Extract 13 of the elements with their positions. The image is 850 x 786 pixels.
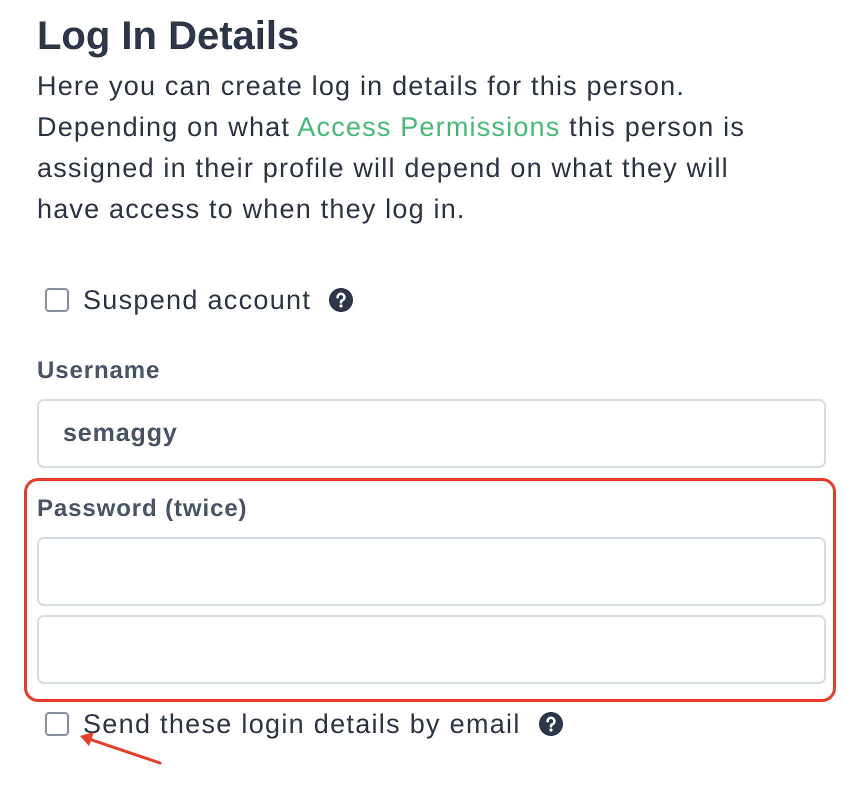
field-label: Password (twice) xyxy=(37,494,248,524)
help-icon[interactable] xyxy=(329,288,354,312)
checkbox-label: Suspend account xyxy=(83,284,312,317)
username-field[interactable]: semaggy xyxy=(37,398,826,468)
page-title: Log In Details xyxy=(37,13,300,60)
password-field[interactable] xyxy=(37,614,826,684)
help-icon[interactable] xyxy=(538,712,563,736)
description: Here you can create log in details for this person. Depending on what Access Permissions this person is assigned in their profile will depend on what they will have access to when they log in. xyxy=(37,70,746,226)
field-label: Username xyxy=(37,356,162,386)
checkbox-label: Send these login details by email xyxy=(83,708,521,741)
password-field[interactable] xyxy=(37,536,826,606)
checkbox[interactable] xyxy=(45,288,69,312)
checkbox[interactable] xyxy=(45,712,69,736)
